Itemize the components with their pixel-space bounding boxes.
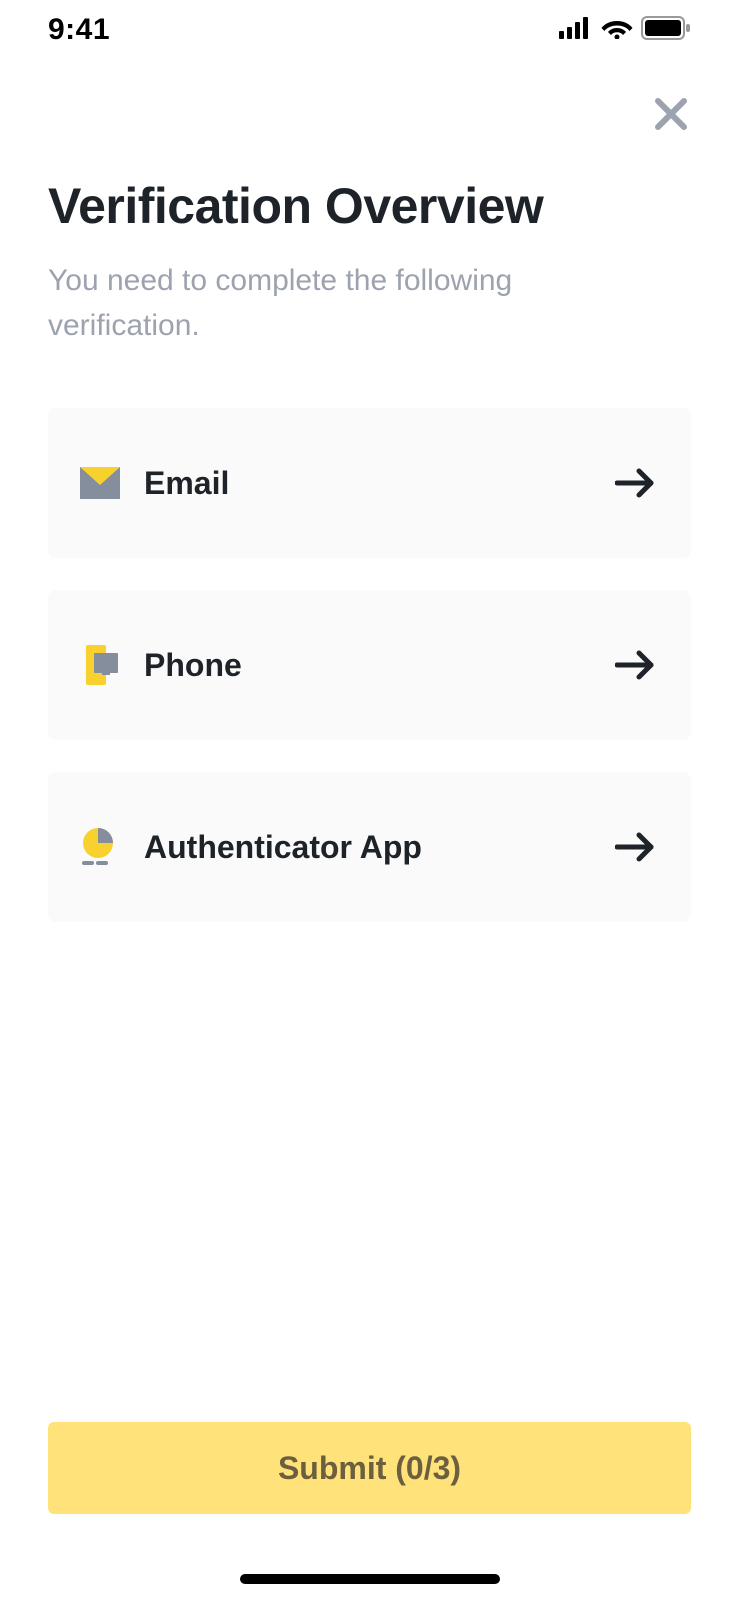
verification-list: Email Phone Authenticator App bbox=[48, 408, 691, 922]
status-bar: 9:41 bbox=[0, 0, 739, 60]
status-icons bbox=[559, 16, 691, 45]
page-subtitle: You need to complete the following verif… bbox=[48, 258, 648, 348]
verification-item-label: Email bbox=[144, 465, 615, 502]
verification-item-email[interactable]: Email bbox=[48, 408, 691, 558]
close-icon bbox=[653, 96, 689, 132]
battery-icon bbox=[641, 16, 691, 45]
phone-icon bbox=[80, 645, 120, 685]
verification-item-label: Authenticator App bbox=[144, 829, 615, 866]
status-time: 9:41 bbox=[48, 13, 110, 47]
wifi-icon bbox=[601, 17, 633, 44]
verification-item-phone[interactable]: Phone bbox=[48, 590, 691, 740]
verification-item-label: Phone bbox=[144, 647, 615, 684]
page-title: Verification Overview bbox=[48, 176, 691, 236]
close-button[interactable] bbox=[647, 90, 695, 138]
verification-item-authenticator[interactable]: Authenticator App bbox=[48, 772, 691, 922]
authenticator-icon bbox=[80, 827, 120, 867]
arrow-right-icon bbox=[615, 650, 655, 680]
home-indicator bbox=[0, 1574, 739, 1600]
submit-button[interactable]: Submit (0/3) bbox=[48, 1422, 691, 1514]
arrow-right-icon bbox=[615, 832, 655, 862]
email-icon bbox=[80, 463, 120, 503]
cellular-icon bbox=[559, 17, 593, 44]
arrow-right-icon bbox=[615, 468, 655, 498]
